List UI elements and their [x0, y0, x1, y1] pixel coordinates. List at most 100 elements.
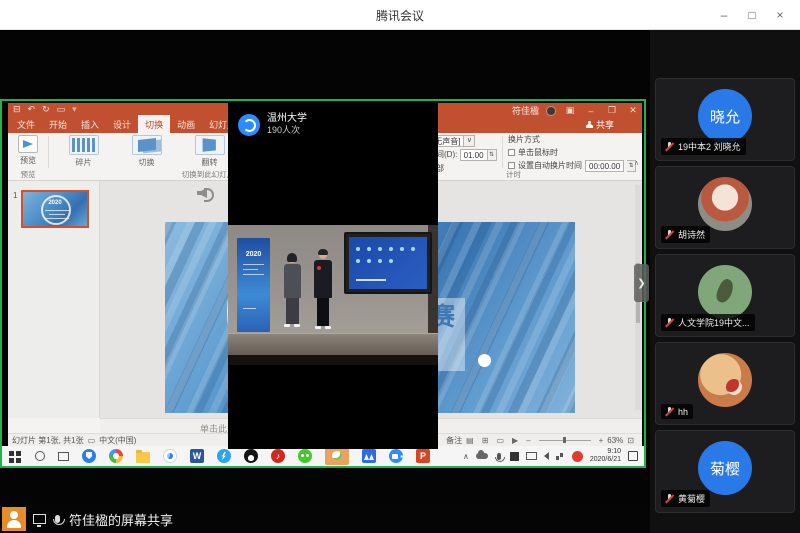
- slide-thumbnail[interactable]: 2020: [21, 190, 89, 228]
- minimize-button[interactable]: –: [710, 8, 738, 22]
- preview-group-label: 预览: [8, 169, 48, 180]
- participant-name-badge: hh: [661, 404, 693, 419]
- fit-window-icon[interactable]: ⊡: [627, 436, 634, 445]
- zoom-in-icon[interactable]: +: [599, 436, 604, 445]
- blue-app-icon[interactable]: [217, 449, 231, 463]
- avatar: [698, 177, 752, 231]
- slideshow-view-icon[interactable]: ▶: [512, 436, 518, 445]
- avatar: [698, 265, 752, 319]
- timing-group-label: 计时: [506, 169, 546, 180]
- screen-share-banner: 符佳楹的屏幕共享: [0, 505, 650, 533]
- tab-insert[interactable]: 插入: [74, 115, 106, 133]
- close-button[interactable]: ×: [766, 8, 794, 22]
- qq-icon[interactable]: [244, 449, 258, 463]
- mic-muted-icon: [664, 141, 675, 152]
- mic-muted-icon: [664, 317, 675, 328]
- participant-name-badge: 黄菊樱: [661, 490, 710, 507]
- security-shield-icon[interactable]: [82, 449, 96, 463]
- participants-sidebar: 晓允 19中本2 刘晓允 胡诗然 人文学院19中文...: [650, 30, 800, 533]
- taskbar-clock[interactable]: 9:10 2020/6/21: [590, 448, 621, 464]
- volume-tray-icon[interactable]: [544, 452, 549, 460]
- netdisk-icon[interactable]: [163, 449, 177, 463]
- ppt-minimize-button[interactable]: –: [584, 106, 598, 116]
- slide-sorter-icon[interactable]: ⊞: [482, 436, 489, 445]
- ppt-restore-button[interactable]: ❐: [605, 105, 619, 116]
- normal-view-icon[interactable]: ▤: [466, 436, 474, 445]
- reading-view-icon[interactable]: ▭: [496, 436, 504, 445]
- hidden-icons-chevron[interactable]: ∧: [463, 452, 469, 461]
- search-icon[interactable]: [35, 451, 45, 461]
- tab-file[interactable]: 文件: [10, 115, 42, 133]
- tencent-meeting-window: 腾讯会议 – □ × ⊟ ↶ ↻ ▭ ▾ 符佳楹 ▣: [0, 0, 800, 533]
- save-icon[interactable]: ⊟: [13, 104, 21, 115]
- display-tray-icon[interactable]: [526, 452, 537, 460]
- stage-tv-screen: [344, 232, 432, 294]
- zoom-slider[interactable]: [539, 440, 591, 441]
- sidebar-collapse-chevron-icon[interactable]: ❯: [634, 264, 649, 302]
- avatar: 晓允: [698, 89, 752, 143]
- participant-tile[interactable]: 人文学院19中文...: [655, 254, 795, 337]
- word-icon[interactable]: W: [190, 449, 204, 463]
- slideshow-icon[interactable]: ▭: [57, 104, 66, 115]
- qat-customize-icon[interactable]: ▾: [72, 104, 77, 115]
- participant-tile[interactable]: 胡诗然: [655, 166, 795, 249]
- audio-speaker-icon[interactable]: [195, 183, 217, 203]
- overlay-org-name: 温州大学: [267, 113, 307, 125]
- preview-button[interactable]: 预览: [12, 135, 44, 166]
- avatar: 菊樱: [698, 441, 752, 495]
- ppt-close-button[interactable]: ✕: [626, 105, 640, 116]
- tab-transitions[interactable]: 切换: [138, 115, 170, 133]
- duration-spinner[interactable]: ⇅: [488, 149, 497, 161]
- auto-advance-checkbox[interactable]: [508, 162, 515, 169]
- undo-icon[interactable]: ↶: [28, 104, 36, 115]
- auto-advance-time-input[interactable]: 00:00.00: [585, 160, 624, 172]
- video-overlay-window[interactable]: 温州大学 190人次 2020: [228, 103, 438, 449]
- network-tray-icon[interactable]: [556, 452, 565, 460]
- ppt-user-avatar[interactable]: [546, 106, 556, 116]
- transition-switch[interactable]: 切换: [115, 135, 178, 168]
- active-app-orange-icon[interactable]: [325, 447, 349, 465]
- duration-input[interactable]: 01.00: [460, 149, 488, 161]
- slide-thumbnails-panel[interactable]: 1 2020: [8, 181, 100, 418]
- ribbon-display-icon[interactable]: ▣: [563, 105, 577, 116]
- red-tray-icon[interactable]: [572, 451, 583, 462]
- mic-muted-icon: [664, 406, 675, 417]
- wechat-icon[interactable]: [298, 449, 312, 463]
- transition-shred[interactable]: 碎片: [52, 135, 115, 168]
- stage-video: 2020: [228, 225, 438, 365]
- maximize-button[interactable]: □: [738, 8, 766, 22]
- file-explorer-icon[interactable]: [136, 452, 150, 463]
- cloud-tray-icon[interactable]: [476, 453, 488, 459]
- zoom-level[interactable]: 63%: [607, 436, 623, 445]
- redo-icon[interactable]: ↻: [42, 104, 50, 115]
- browser-wheel-icon[interactable]: [109, 449, 123, 463]
- advance-header: 换片方式: [508, 134, 636, 146]
- zoom-out-icon[interactable]: –: [526, 436, 530, 445]
- powerpoint-icon[interactable]: P: [416, 449, 430, 463]
- flip-icon: [195, 135, 225, 155]
- ppt-share-button[interactable]: 共享: [586, 118, 614, 131]
- status-language[interactable]: 中文(中国): [99, 435, 136, 446]
- tab-design[interactable]: 设计: [106, 115, 138, 133]
- mic-icon: [55, 515, 60, 523]
- task-view-icon[interactable]: [58, 452, 69, 461]
- wegame-icon[interactable]: [362, 449, 376, 463]
- participant-tile[interactable]: 晓允 19中本2 刘晓允: [655, 78, 795, 161]
- action-center-icon[interactable]: [628, 451, 638, 461]
- notes-toggle-button[interactable]: 备注: [446, 435, 462, 446]
- chevron-down-icon[interactable]: ∨: [464, 135, 475, 147]
- mic-tray-icon[interactable]: [497, 453, 501, 460]
- music-app-icon[interactable]: [271, 449, 285, 463]
- tencent-meeting-icon[interactable]: [389, 449, 403, 463]
- ppt-user-name: 符佳楹: [512, 104, 539, 117]
- on-click-checkbox[interactable]: [508, 149, 515, 156]
- ribbon-collapse-icon[interactable]: ∧: [634, 159, 639, 167]
- start-button-icon[interactable]: [9, 451, 14, 456]
- tab-animations[interactable]: 动画: [170, 115, 202, 133]
- participant-tile[interactable]: 菊樱 黄菊樱: [655, 430, 795, 513]
- participant-name-badge: 19中本2 刘晓允: [661, 138, 746, 155]
- tab-home[interactable]: 开始: [42, 115, 74, 133]
- ime-tray-icon[interactable]: [510, 452, 519, 461]
- app-title: 腾讯会议: [0, 7, 800, 24]
- participant-tile[interactable]: hh: [655, 342, 795, 425]
